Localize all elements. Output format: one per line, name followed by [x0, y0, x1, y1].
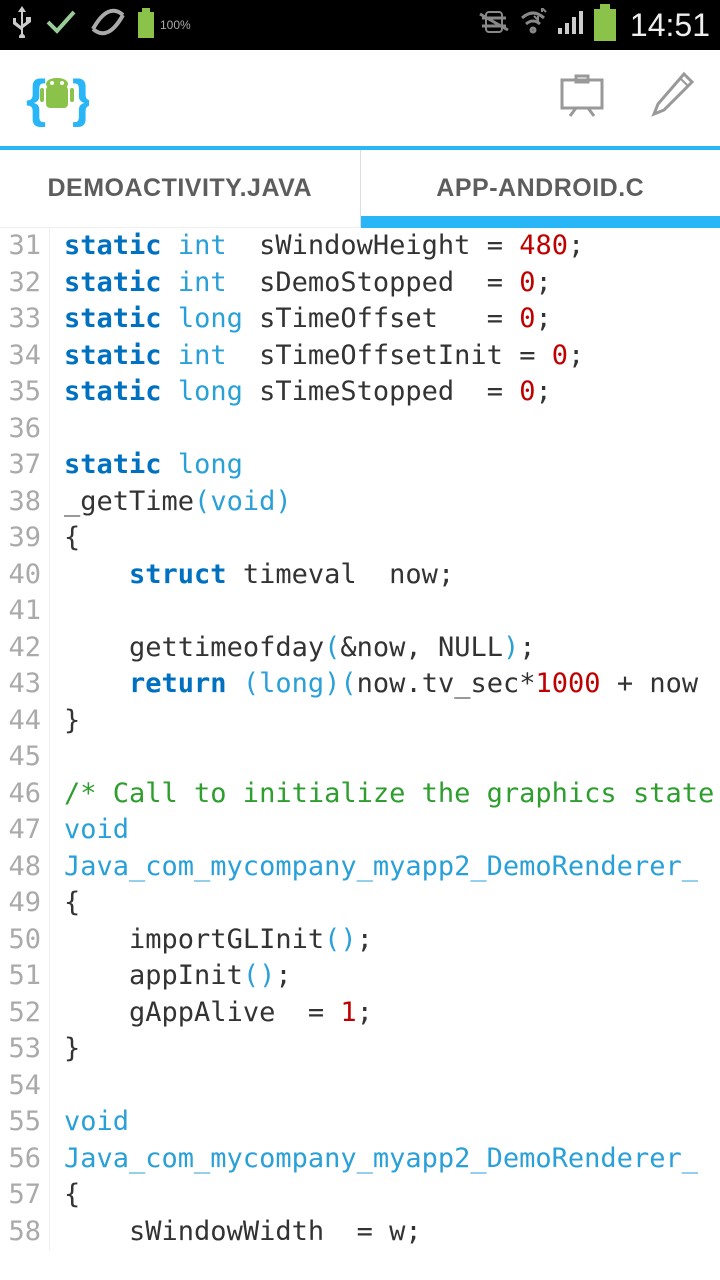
svg-text:}: } — [72, 70, 89, 128]
tab-demoactivity[interactable]: DEMOACTIVITY.JAVA — [0, 150, 361, 227]
battery-percent: 100% — [160, 18, 191, 32]
app-header: { } — [0, 50, 720, 150]
check-icon — [44, 4, 78, 46]
wifi-icon — [518, 8, 548, 43]
tab-label: APP-ANDROID.C — [436, 174, 644, 203]
code-editor[interactable]: 31 32 33 34 35 36 37 38 39 40 41 42 43 4… — [0, 228, 720, 1250]
usb-icon — [10, 4, 34, 46]
signal-icon — [556, 8, 586, 43]
app-logo-icon[interactable]: { } — [24, 68, 89, 128]
battery-small-icon — [138, 12, 154, 38]
vibrate-icon — [478, 8, 510, 43]
tab-app-android[interactable]: APP-ANDROID.C — [361, 150, 720, 227]
tab-label: DEMOACTIVITY.JAVA — [47, 174, 312, 203]
clock: 14:51 — [630, 7, 710, 44]
code-content[interactable]: static int sWindowHeight = 480; static i… — [50, 228, 714, 1250]
status-bar: 100% 14:51 — [0, 0, 720, 50]
sync-icon — [88, 7, 128, 44]
line-number-gutter: 31 32 33 34 35 36 37 38 39 40 41 42 43 4… — [0, 228, 50, 1250]
pencil-icon[interactable] — [648, 70, 696, 127]
battery-full-icon — [594, 9, 616, 41]
tab-bar: DEMOACTIVITY.JAVA APP-ANDROID.C — [0, 150, 720, 228]
board-icon[interactable] — [556, 74, 608, 123]
